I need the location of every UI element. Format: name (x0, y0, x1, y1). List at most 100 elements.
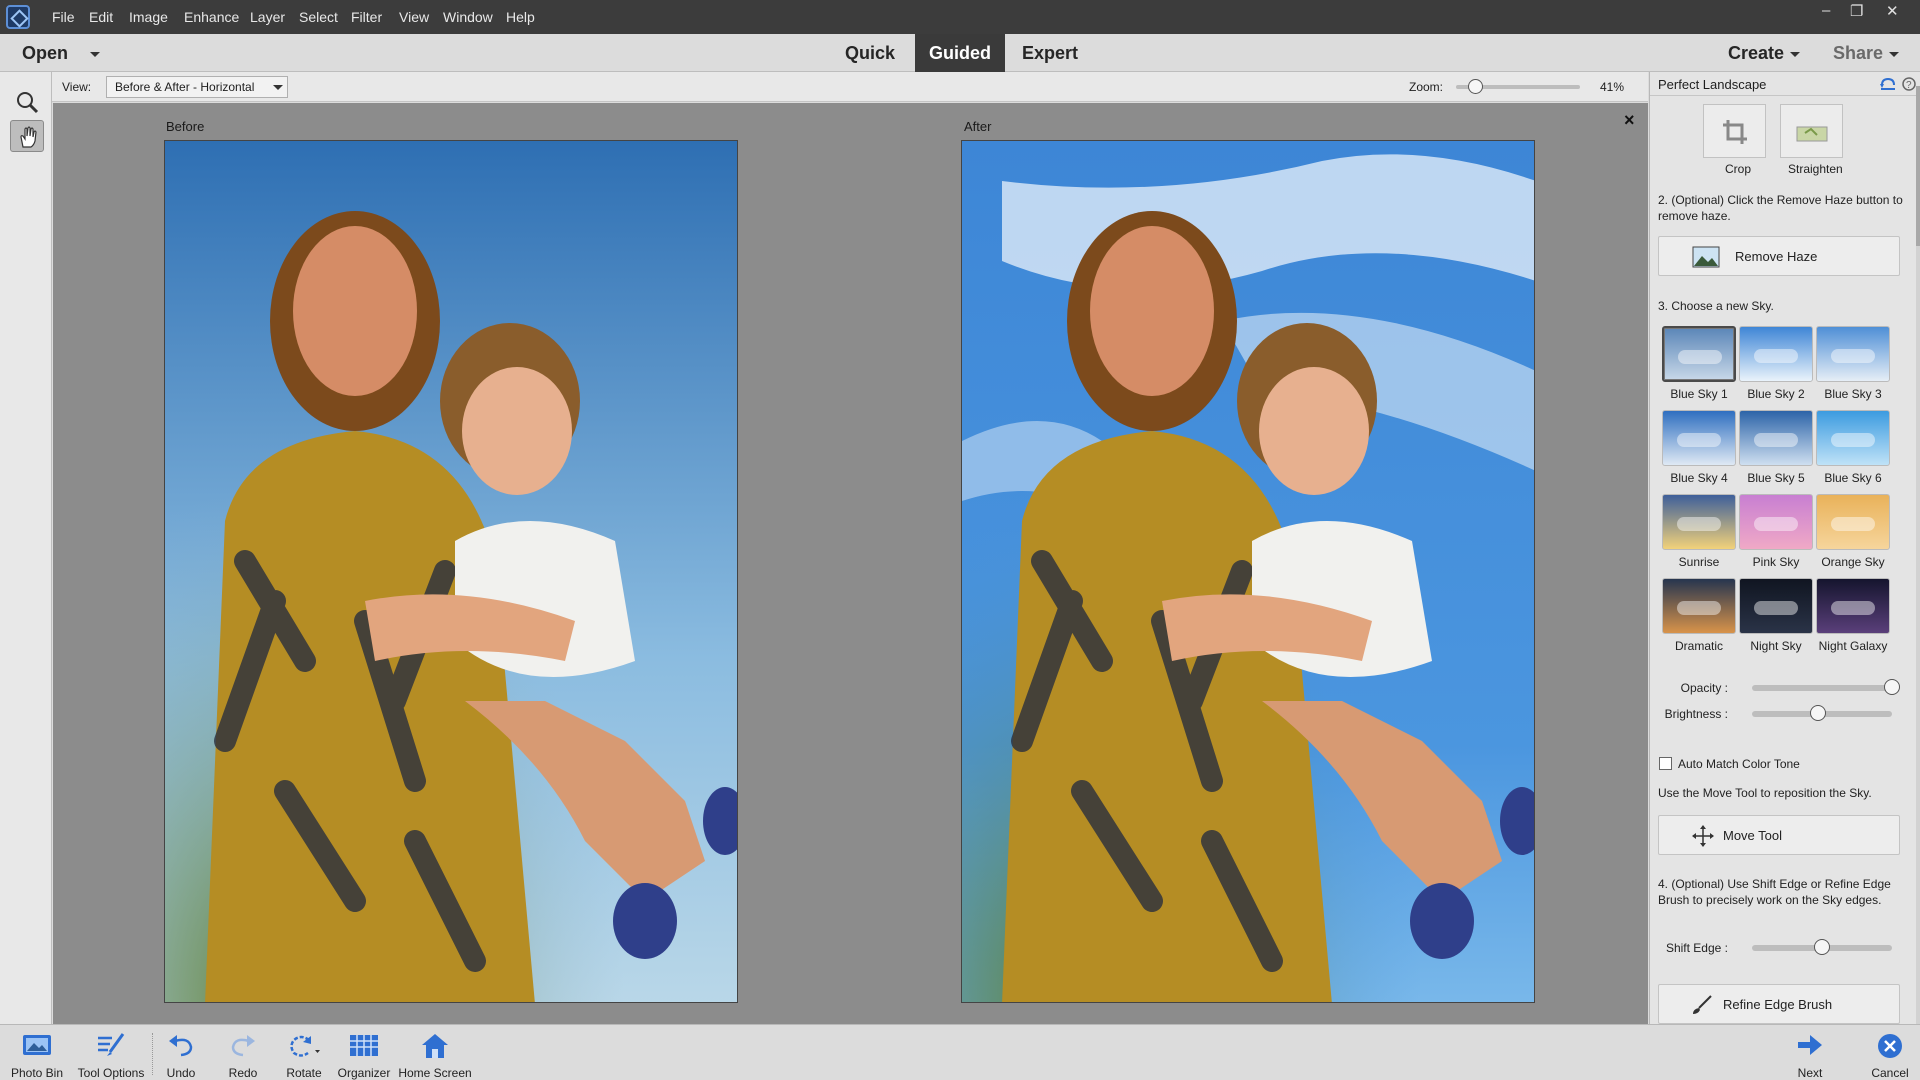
menu-image[interactable]: Image (129, 9, 168, 25)
zoom-tool-button[interactable] (10, 86, 44, 118)
brush-icon (1693, 995, 1712, 1014)
panel-scrollbar[interactable] (1916, 86, 1920, 1024)
before-label: Before (166, 119, 205, 134)
menu-select[interactable]: Select (299, 9, 338, 25)
restore-button[interactable]: ❐ (1850, 2, 1863, 20)
organizer-button[interactable]: Organizer (336, 1025, 392, 1080)
photo-bin-button[interactable]: Photo Bin (4, 1025, 70, 1080)
move-icon (1692, 825, 1714, 847)
hand-icon (20, 126, 37, 148)
straighten-button[interactable] (1780, 104, 1843, 158)
crop-label: Crop (1725, 162, 1752, 176)
sky-option[interactable]: Night Sky (1737, 578, 1815, 658)
sky-thumbnail (1662, 410, 1736, 466)
cloud-shape (1677, 517, 1721, 531)
opacity-label: Opacity : (1680, 681, 1728, 695)
step3-instructions: 3. Choose a new Sky. (1658, 299, 1774, 313)
help-icon[interactable]: ? (1902, 77, 1916, 91)
zoom-value: 41% (1600, 80, 1625, 94)
share-menu[interactable]: Share (1833, 43, 1900, 64)
guided-panel: Perfect Landscape ? Crop Straighten 2. (… (1649, 72, 1920, 1024)
undo-button[interactable]: Undo (158, 1025, 204, 1080)
sky-option[interactable]: Blue Sky 2 (1737, 326, 1815, 406)
sky-option[interactable]: Pink Sky (1737, 494, 1815, 574)
panel-header: Perfect Landscape ? (1650, 72, 1920, 96)
sky-option[interactable]: Blue Sky 4 (1660, 410, 1738, 490)
refine-edge-label: Refine Edge Brush (1723, 997, 1833, 1012)
sky-option-label: Night Galaxy (1818, 639, 1888, 653)
sky-option[interactable]: Blue Sky 3 (1814, 326, 1892, 406)
menu-enhance[interactable]: Enhance (184, 9, 239, 25)
close-window-button[interactable]: ✕ (1886, 2, 1899, 20)
home-screen-button[interactable]: Home Screen (396, 1025, 474, 1080)
landscape-icon (1692, 246, 1720, 268)
cloud-shape (1831, 517, 1875, 531)
remove-haze-label: Remove Haze (1735, 249, 1818, 264)
rotate-button[interactable]: Rotate (280, 1025, 328, 1080)
step2-instructions: 2. (Optional) Click the Remove Haze butt… (1658, 193, 1903, 223)
cancel-icon (1878, 1034, 1902, 1058)
tab-expert[interactable]: Expert (1015, 34, 1085, 72)
sky-option[interactable]: Sunrise (1660, 494, 1738, 574)
after-photo-image (962, 141, 1534, 1002)
sky-thumbnail (1739, 494, 1813, 550)
cloud-shape (1754, 517, 1798, 531)
auto-match-checkbox[interactable] (1659, 757, 1672, 770)
before-photo (164, 140, 738, 1003)
menu-layer[interactable]: Layer (250, 9, 285, 25)
reset-icon[interactable] (1880, 77, 1896, 91)
cancel-label: Cancel (1871, 1066, 1909, 1080)
shift-edge-slider-knob[interactable] (1814, 939, 1830, 955)
menu-filter[interactable]: Filter (351, 9, 382, 25)
sky-option[interactable]: Blue Sky 5 (1737, 410, 1815, 490)
cancel-button[interactable]: Cancel (1866, 1025, 1914, 1080)
opacity-slider-track[interactable] (1752, 685, 1892, 691)
tab-quick[interactable]: Quick (835, 34, 905, 72)
refine-edge-brush-button[interactable]: Refine Edge Brush (1658, 984, 1900, 1024)
tool-strip (0, 72, 52, 1024)
close-after-view-button[interactable]: × (1624, 110, 1635, 131)
sky-option[interactable]: Dramatic (1660, 578, 1738, 658)
menu-help[interactable]: Help (506, 9, 535, 25)
create-menu[interactable]: Create (1728, 43, 1801, 64)
tool-options-icon (98, 1033, 125, 1056)
view-options-bar: View: Before & After - Horizontal Zoom: … (52, 72, 1648, 102)
divider (152, 1033, 153, 1075)
undo-icon (169, 1035, 193, 1057)
sky-option[interactable]: Night Galaxy (1814, 578, 1892, 658)
crop-button[interactable] (1703, 104, 1766, 158)
sky-option-label: Blue Sky 3 (1824, 387, 1882, 401)
cloud-shape (1677, 433, 1721, 447)
sky-option-label: Night Sky (1750, 639, 1802, 653)
shift-edge-label: Shift Edge : (1665, 941, 1728, 955)
cloud-shape (1754, 601, 1798, 615)
crop-icon (1723, 120, 1747, 144)
sky-option[interactable]: Blue Sky 6 (1814, 410, 1892, 490)
next-button[interactable]: Next (1790, 1025, 1830, 1080)
remove-haze-button[interactable]: Remove Haze (1658, 236, 1900, 276)
sky-thumbnail (1662, 494, 1736, 550)
menu-view[interactable]: View (399, 9, 429, 25)
menu-edit[interactable]: Edit (89, 9, 113, 25)
minimize-button[interactable]: – (1822, 2, 1830, 19)
menu-window[interactable]: Window (443, 9, 493, 25)
tool-options-button[interactable]: Tool Options (74, 1025, 148, 1080)
open-label: Open (22, 43, 69, 63)
tab-guided[interactable]: Guided (915, 34, 1005, 72)
redo-button[interactable]: Redo (220, 1025, 266, 1080)
move-tool-button[interactable]: Move Tool (1658, 815, 1900, 855)
magnifier-icon (17, 92, 39, 114)
view-select[interactable]: Before & After - Horizontal (106, 76, 288, 98)
hand-tool-button[interactable] (10, 120, 44, 152)
cloud-shape (1831, 601, 1875, 615)
zoom-slider-knob[interactable] (1467, 79, 1483, 94)
sky-option-label: Blue Sky 1 (1670, 387, 1728, 401)
sky-option[interactable]: Blue Sky 1 (1660, 326, 1738, 406)
sky-option[interactable]: Orange Sky (1814, 494, 1892, 574)
sky-thumbnail (1816, 494, 1890, 550)
brightness-slider-knob[interactable] (1809, 705, 1826, 721)
panel-scrollbar-thumb[interactable] (1916, 86, 1920, 246)
open-menu[interactable]: Open (22, 43, 101, 64)
menu-file[interactable]: File (52, 9, 75, 25)
opacity-slider-knob[interactable] (1884, 679, 1900, 695)
